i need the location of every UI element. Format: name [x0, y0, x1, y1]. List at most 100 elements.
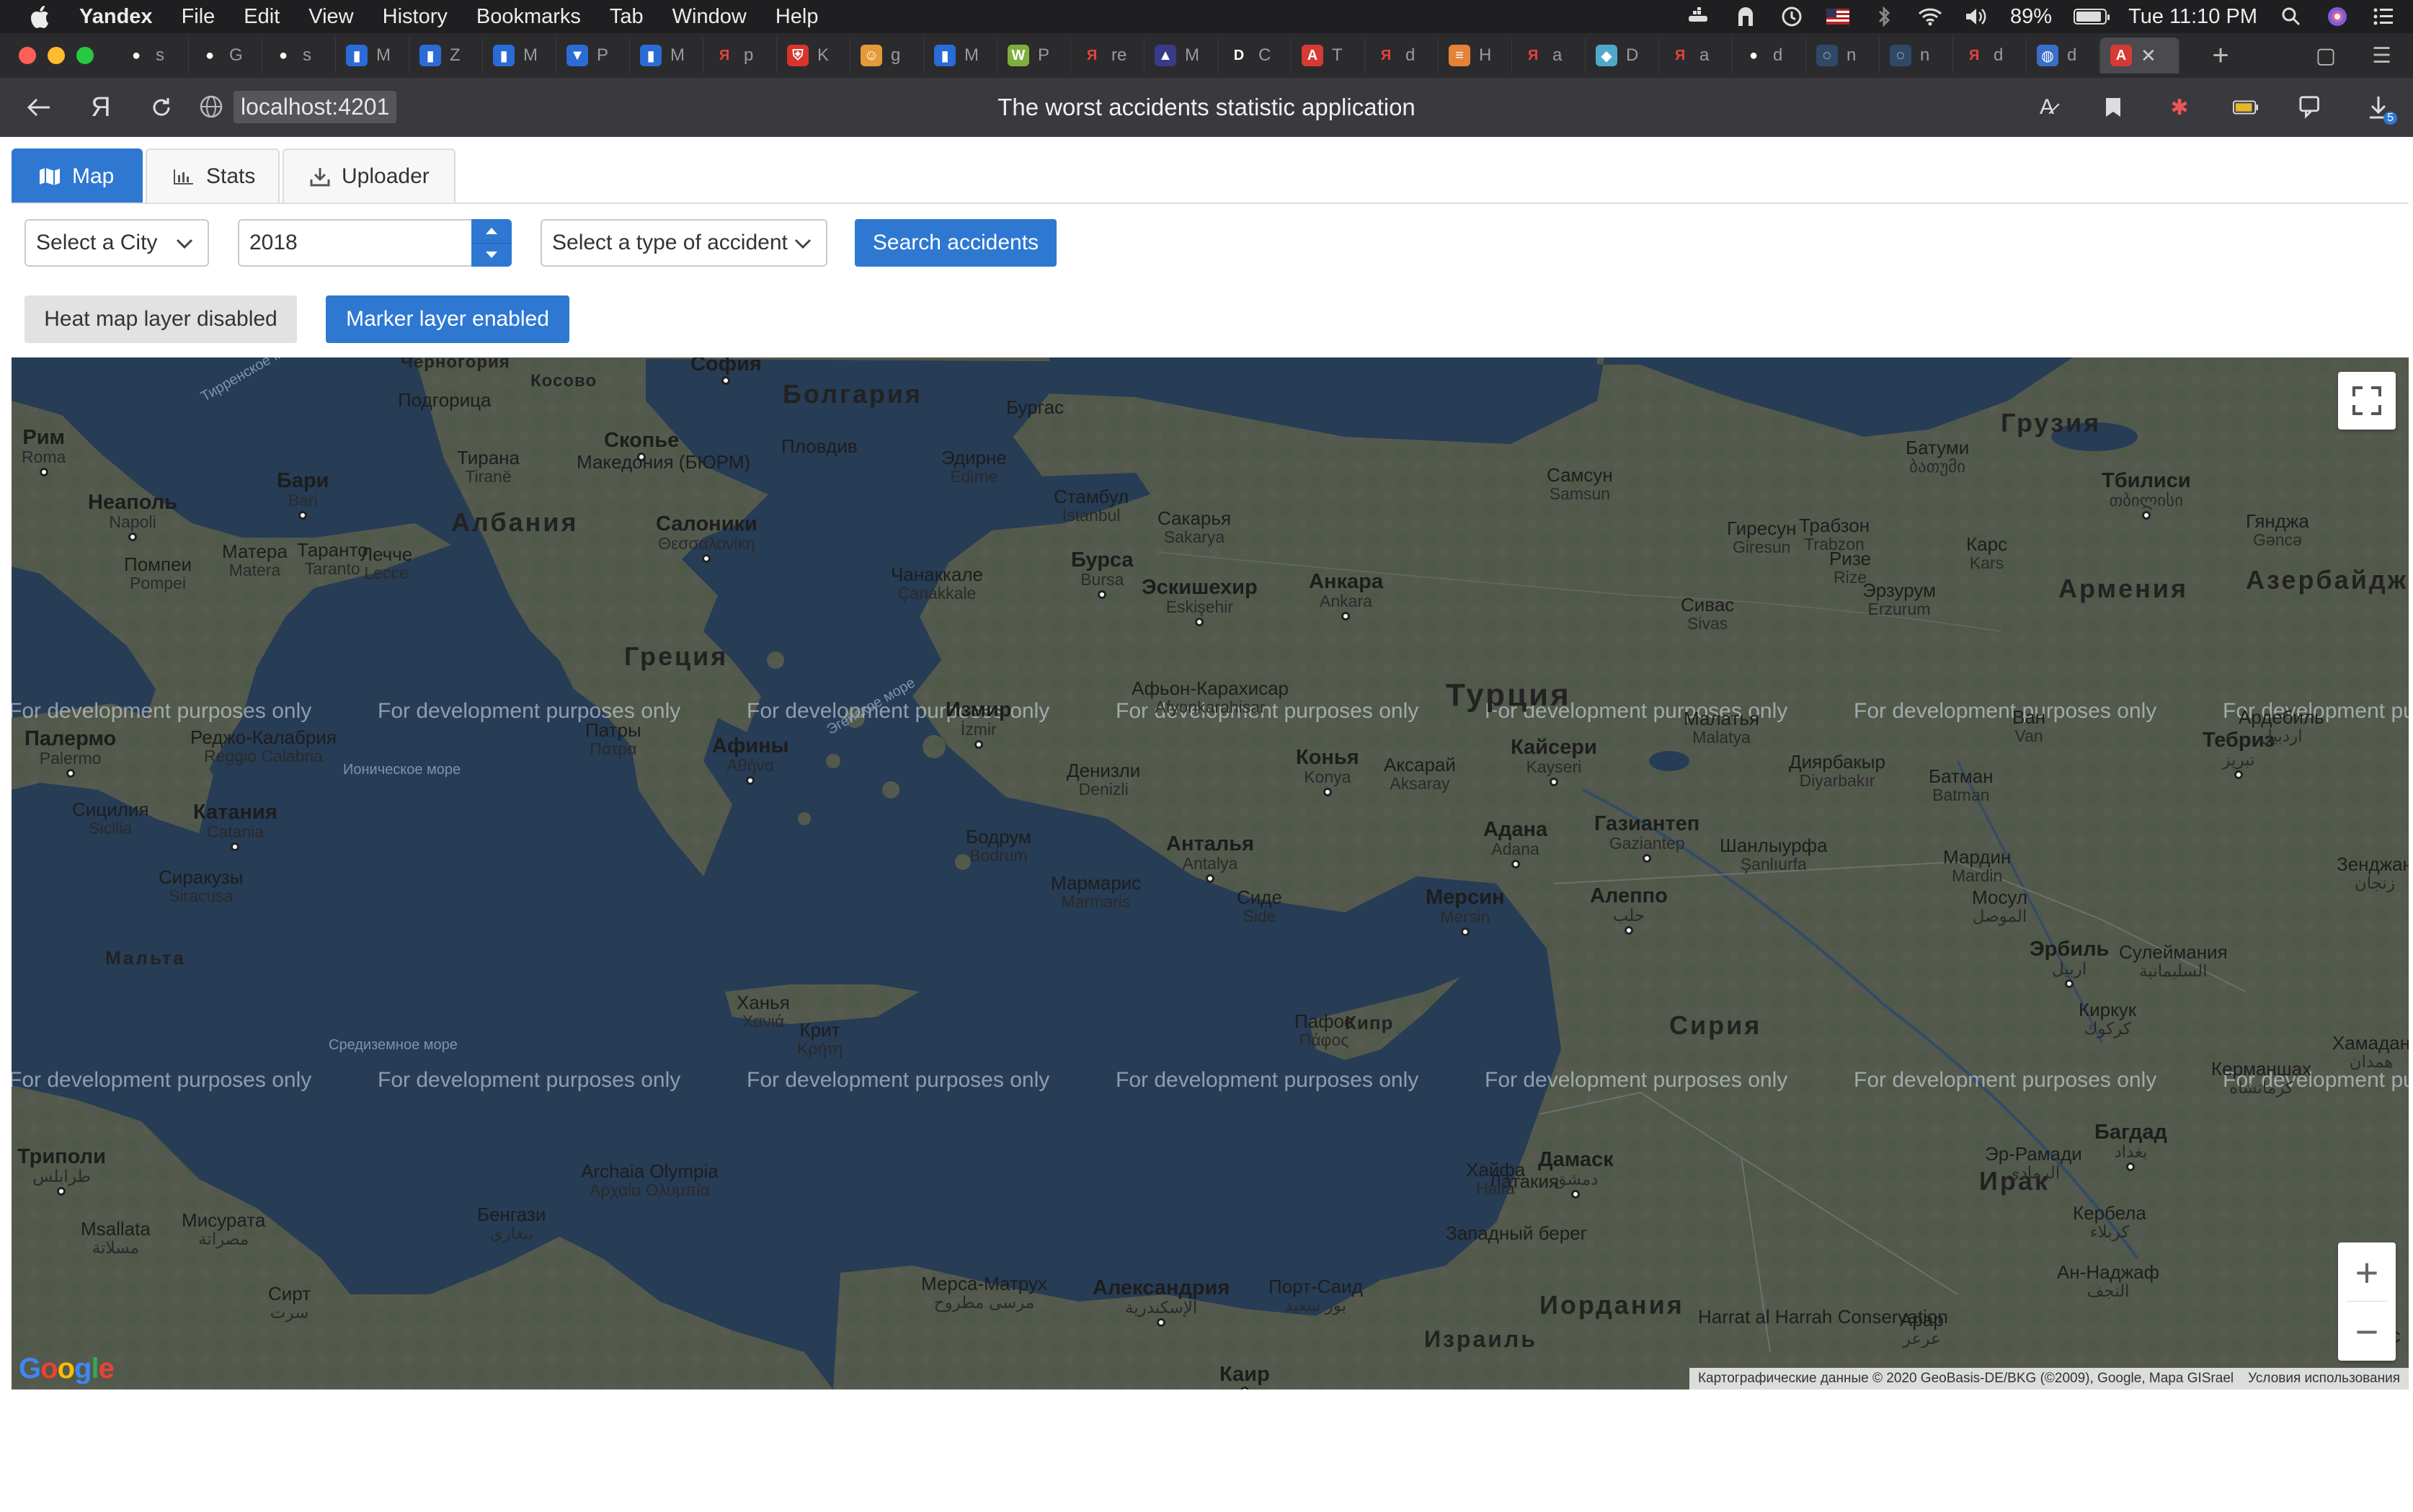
menu-history[interactable]: History	[383, 5, 448, 29]
extension-bug-icon[interactable]: ✱	[2167, 94, 2192, 120]
clock[interactable]: Tue 11:10 PM	[2128, 5, 2257, 29]
time-machine-icon[interactable]	[1779, 6, 1804, 27]
downloads-icon[interactable]: 5	[2365, 94, 2397, 125]
new-tab-icon[interactable]: +	[2212, 40, 2228, 72]
terms-link[interactable]: Условия использования	[2248, 1371, 2400, 1387]
browser-tab[interactable]: ◌ n	[1806, 37, 1880, 74]
browser-tab[interactable]: ● d	[1733, 37, 1806, 74]
browser-tab[interactable]: Яa	[1659, 37, 1733, 74]
browser-tab[interactable]: ● s	[262, 37, 336, 74]
menu-file[interactable]: File	[182, 5, 215, 29]
app-menu-yandex[interactable]: Yandex	[79, 5, 153, 29]
spotlight-search-icon[interactable]	[2279, 6, 2303, 27]
google-map[interactable]: For development purposes only For develop…	[12, 357, 2409, 1389]
reload-icon[interactable]	[147, 93, 176, 122]
browser-tab[interactable]: ● G	[189, 37, 262, 74]
zoom-in-button[interactable]: +	[2338, 1242, 2396, 1302]
apple-icon[interactable]	[29, 4, 50, 29]
accident-type-select[interactable]: Select a type of accident	[541, 219, 827, 267]
browser-tab[interactable]: ● s	[115, 37, 189, 74]
menu-view[interactable]: View	[308, 5, 353, 29]
close-tab-icon[interactable]: ✕	[2141, 45, 2156, 67]
browser-tab[interactable]: ▮ Z	[409, 37, 483, 74]
menu-help[interactable]: Help	[776, 5, 819, 29]
browser-tab[interactable]: AT	[1292, 37, 1365, 74]
tab-stats[interactable]: Stats	[146, 148, 280, 203]
bookmark-icon[interactable]	[2100, 94, 2126, 120]
url-text[interactable]: localhost:4201	[234, 90, 397, 123]
city-name-local: Adana	[1491, 840, 1539, 859]
menu-bookmarks[interactable]: Bookmarks	[476, 5, 581, 29]
browser-tab[interactable]: ◍ d	[2027, 37, 2100, 74]
browser-tab[interactable]: ☺ g	[850, 37, 924, 74]
browser-tab[interactable]: ⛨ K	[777, 37, 850, 74]
vpn-icon[interactable]	[1733, 6, 1758, 27]
browser-tab-active[interactable]: A ✕	[2100, 37, 2179, 74]
extension-battery-icon[interactable]	[2233, 94, 2259, 120]
menu-window[interactable]: Window	[672, 5, 747, 29]
increment-arrow-icon[interactable]	[471, 219, 512, 244]
docker-icon[interactable]	[1687, 6, 1712, 27]
city-label: Триполи طرابلس	[17, 1146, 106, 1196]
city-label: Малатья Malatya	[1684, 708, 1759, 746]
browser-tab[interactable]: ◆ D	[1586, 37, 1659, 74]
browser-tab[interactable]: ▮ M	[630, 37, 703, 74]
browser-tab-label: P	[597, 45, 609, 65]
year-input[interactable]: 2018	[238, 219, 512, 267]
menu-icon[interactable]: ☰	[2372, 43, 2391, 68]
marker-layer-toggle[interactable]: Marker layer enabled	[326, 295, 569, 343]
decrement-arrow-icon[interactable]	[471, 244, 512, 267]
zoom-out-button[interactable]: −	[2338, 1302, 2396, 1361]
back-arrow-icon[interactable]	[25, 93, 53, 122]
city-dot-icon	[1341, 611, 1351, 621]
notification-center-icon[interactable]	[2371, 6, 2396, 27]
menu-tab[interactable]: Tab	[610, 5, 644, 29]
browser-tab[interactable]: ≡ H	[1439, 37, 1512, 74]
bluetooth-icon[interactable]	[1872, 6, 1896, 27]
url-field[interactable]: localhost:4201	[199, 89, 397, 124]
browser-tab[interactable]: ▮ M	[483, 37, 556, 74]
browser-tab[interactable]: Яre	[1071, 37, 1145, 74]
tab-uploader[interactable]: Uploader	[283, 148, 456, 203]
google-logo[interactable]: Google	[19, 1353, 115, 1385]
city-name: Мерса-Матрух	[921, 1273, 1047, 1294]
city-name: Каир	[1219, 1363, 1270, 1386]
search-accidents-button[interactable]: Search accidents	[855, 219, 1057, 267]
tab-map[interactable]: Map	[12, 148, 143, 203]
browser-tab[interactable]: ▮ M	[924, 37, 997, 74]
city-name-local: سرت	[270, 1303, 309, 1322]
wifi-icon[interactable]	[1918, 6, 1942, 27]
city-select[interactable]: Select a City	[25, 219, 209, 267]
year-stepper[interactable]	[471, 219, 512, 267]
github-icon: ●	[1743, 45, 1764, 66]
browser-tab-label: s	[303, 45, 311, 65]
yandex-home-icon[interactable]: Я	[86, 92, 115, 123]
collections-icon[interactable]: ▢	[2316, 43, 2336, 68]
battery-icon[interactable]	[2074, 9, 2110, 25]
chat-icon[interactable]	[2299, 94, 2325, 120]
browser-tab[interactable]: ▮ M	[336, 37, 409, 74]
browser-tab[interactable]: Яd	[1365, 37, 1439, 74]
siri-icon[interactable]	[2325, 6, 2350, 27]
minimize-window-button[interactable]	[48, 47, 65, 64]
browser-tab[interactable]: ◌ n	[1880, 37, 1953, 74]
browser-tab[interactable]: WP	[997, 37, 1071, 74]
browser-tab[interactable]: Яa	[1512, 37, 1586, 74]
d-icon: D	[1228, 45, 1250, 66]
translate-icon[interactable]: A̷	[2034, 94, 2060, 120]
zoom-window-button[interactable]	[76, 47, 94, 64]
browser-tab[interactable]: ▲ M	[1145, 37, 1218, 74]
city-name: Подгорица	[398, 389, 492, 411]
browser-tab[interactable]: DC	[1218, 37, 1292, 74]
us-flag-icon[interactable]	[1826, 6, 1850, 27]
heatmap-layer-toggle[interactable]: Heat map layer disabled	[25, 295, 297, 343]
browser-tab[interactable]: Яp	[703, 37, 777, 74]
browser-tab-label: G	[229, 45, 243, 65]
fullscreen-button[interactable]	[2338, 372, 2396, 430]
menu-edit[interactable]: Edit	[244, 5, 280, 29]
volume-icon[interactable]	[1964, 6, 1988, 27]
dev-watermark: For development purposes only	[1854, 699, 2157, 723]
browser-tab[interactable]: ▼ P	[556, 37, 630, 74]
browser-tab[interactable]: Яd	[1953, 37, 2027, 74]
close-window-button[interactable]	[19, 47, 36, 64]
